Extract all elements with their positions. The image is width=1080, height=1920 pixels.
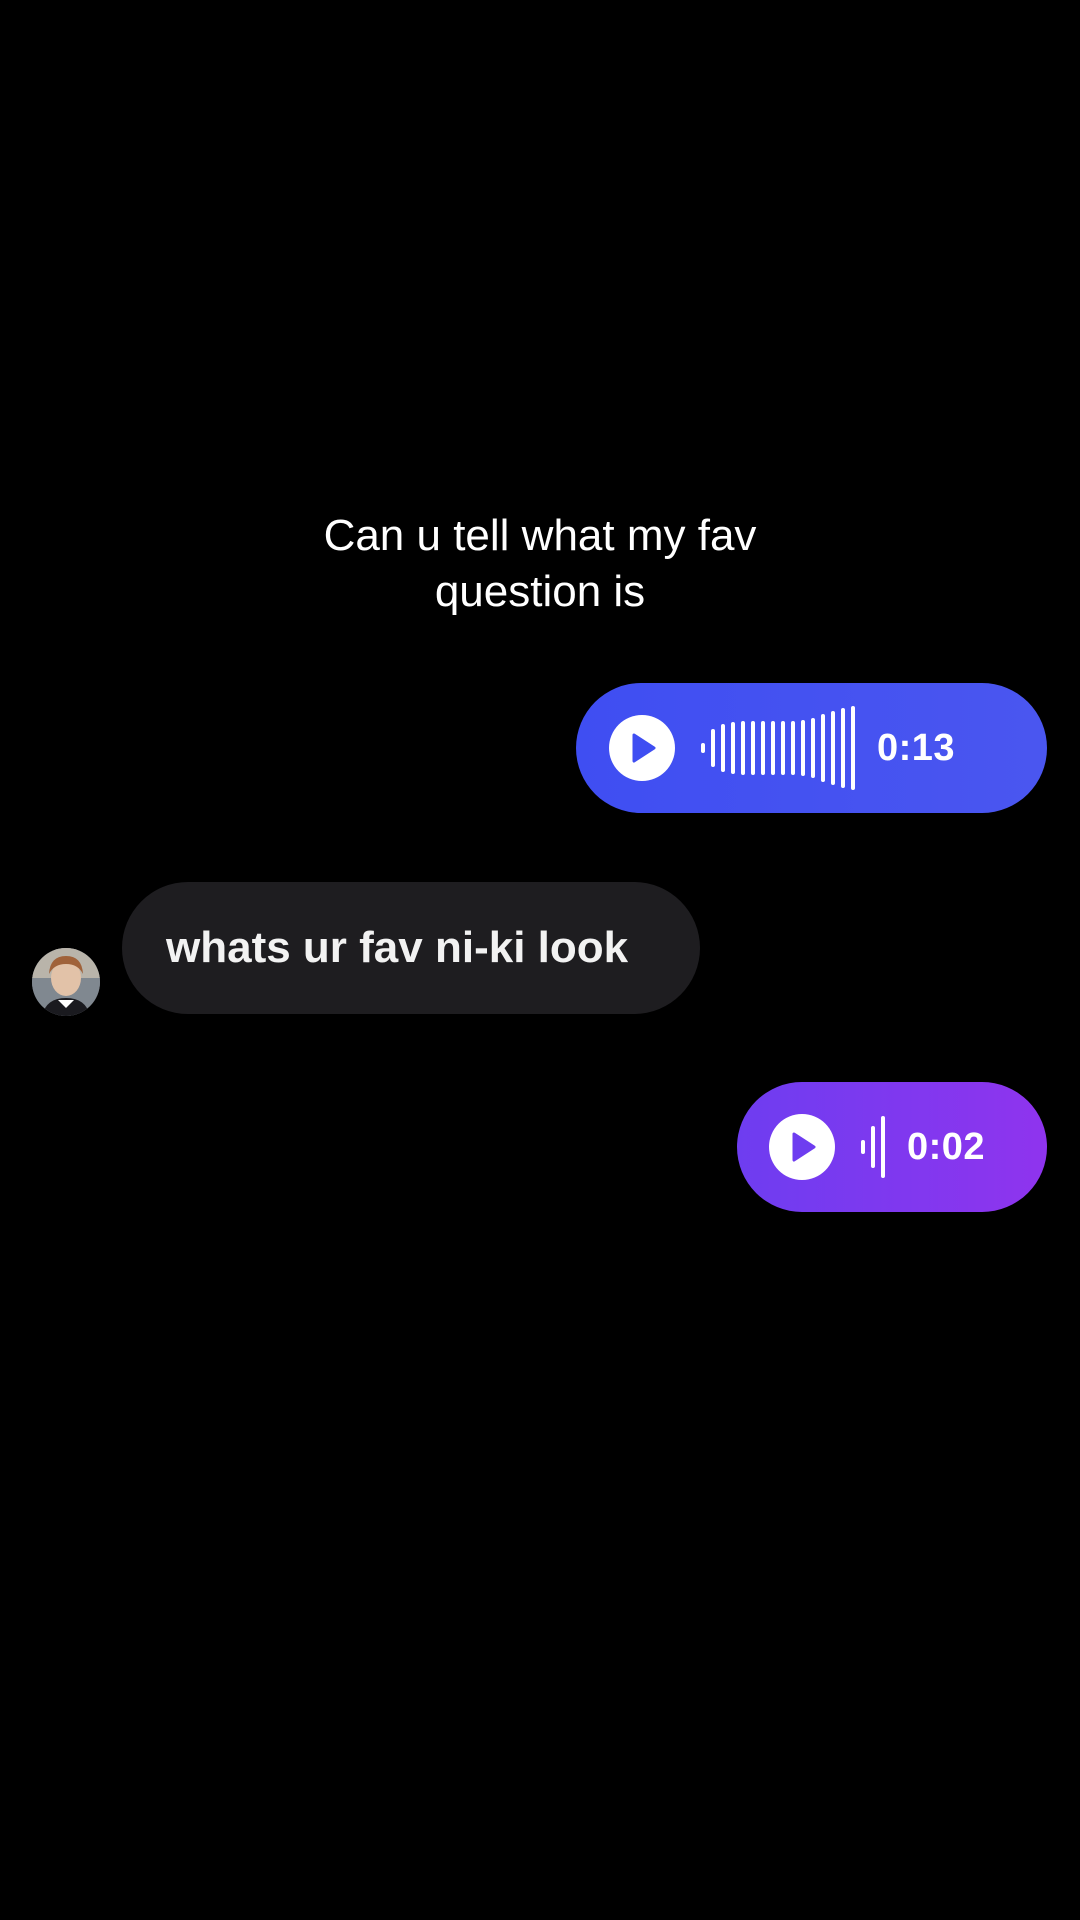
message-bubble-incoming[interactable]: whats ur fav ni-ki look <box>122 882 700 1014</box>
waveform-bar <box>701 743 705 753</box>
sender-avatar[interactable] <box>32 948 100 1016</box>
waveform-bar <box>721 724 725 772</box>
message-text: whats ur fav ni-ki look <box>166 923 629 972</box>
waveform-bar <box>781 721 785 775</box>
video-caption: Can u tell what my fav question is <box>0 508 1080 620</box>
waveform-bar <box>881 1116 885 1178</box>
waveform-bar <box>831 711 835 785</box>
waveform[interactable] <box>701 703 855 793</box>
caption-line-2: question is <box>434 567 646 616</box>
waveform-bar <box>871 1126 875 1168</box>
voice-duration: 0:02 <box>907 1125 986 1168</box>
waveform-bar <box>801 720 805 776</box>
play-icon <box>792 1132 816 1162</box>
waveform-bar <box>711 729 715 767</box>
caption-line-1: Can u tell what my fav <box>323 511 757 560</box>
play-icon <box>632 733 656 763</box>
voice-message-outgoing-1[interactable]: 0:13 <box>576 683 1047 813</box>
waveform[interactable] <box>861 1102 885 1192</box>
waveform-bar <box>751 721 755 775</box>
waveform-bar <box>811 718 815 778</box>
voice-message-outgoing-2[interactable]: 0:02 <box>737 1082 1047 1212</box>
waveform-bar <box>741 721 745 775</box>
waveform-bar <box>771 721 775 775</box>
waveform-bar <box>861 1140 865 1154</box>
play-button[interactable] <box>609 715 675 781</box>
voice-duration: 0:13 <box>877 726 956 769</box>
waveform-bar <box>731 722 735 774</box>
waveform-bar <box>841 708 845 788</box>
play-button[interactable] <box>769 1114 835 1180</box>
waveform-bar <box>821 714 825 782</box>
waveform-bar <box>791 721 795 775</box>
waveform-bar <box>761 721 765 775</box>
waveform-bar <box>851 706 855 790</box>
